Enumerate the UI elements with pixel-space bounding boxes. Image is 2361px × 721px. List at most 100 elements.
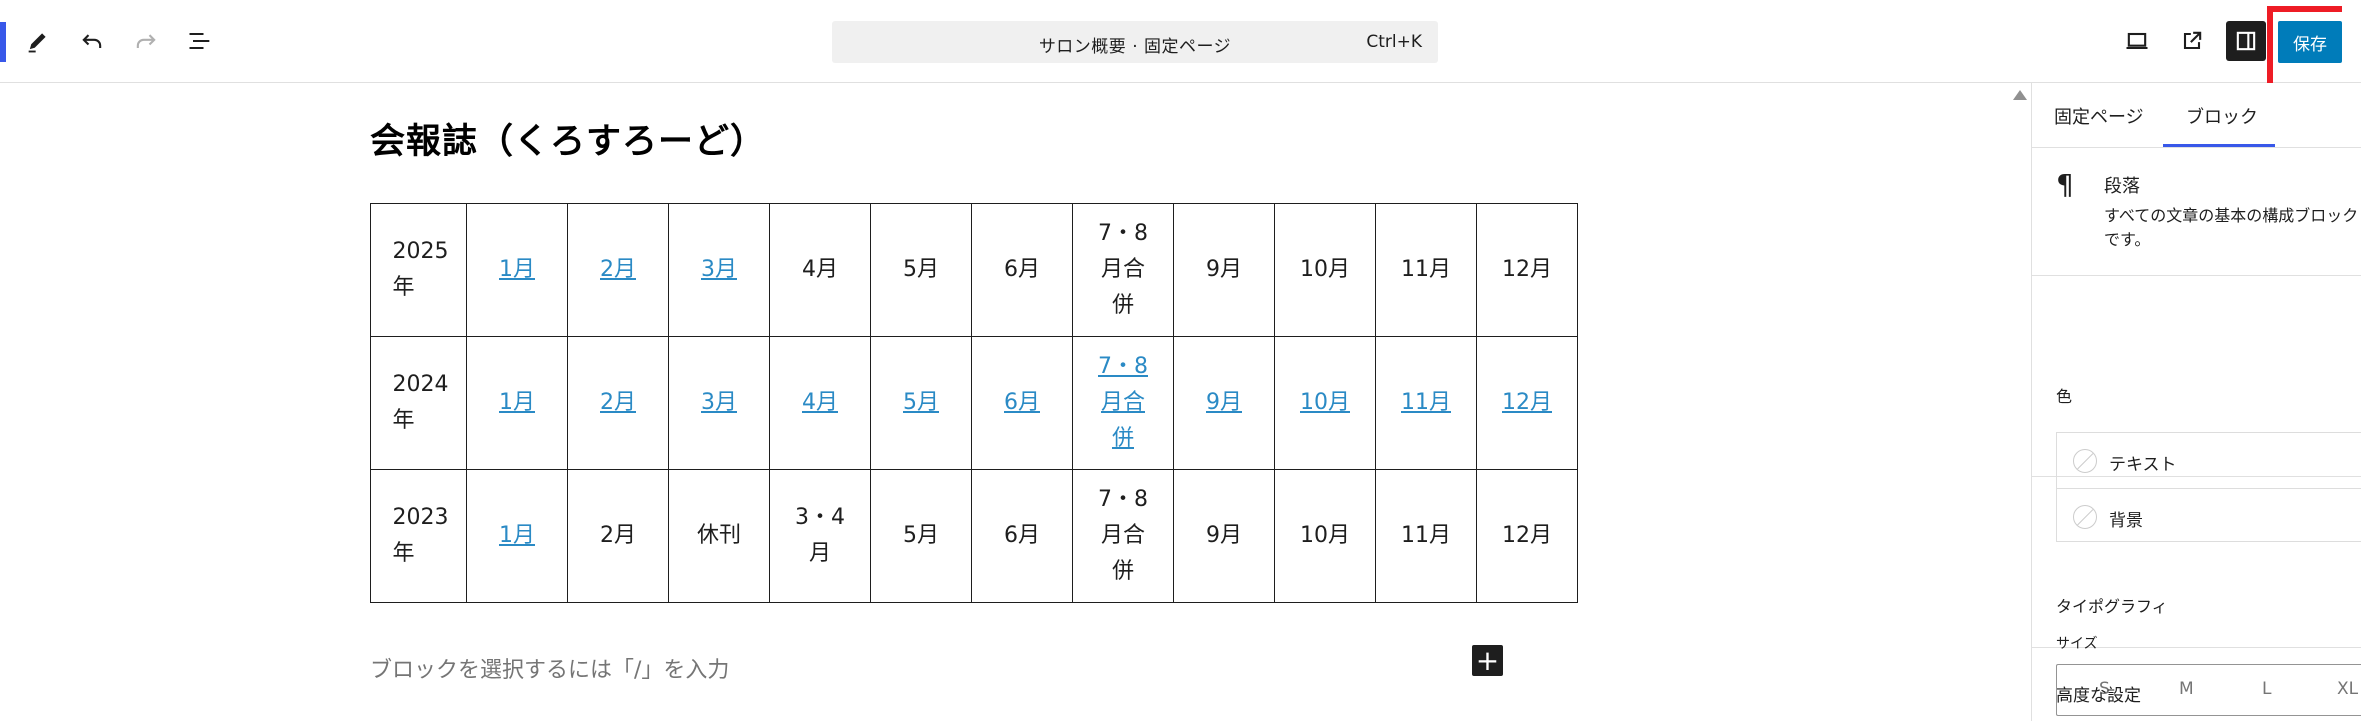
issue-link-cell[interactable]: 3月 bbox=[668, 336, 770, 470]
issue-link[interactable]: 10月 bbox=[1295, 385, 1355, 421]
site-icon-accent[interactable] bbox=[0, 22, 6, 62]
issue-link[interactable]: 6月 bbox=[992, 385, 1052, 421]
pencil-icon[interactable] bbox=[18, 21, 58, 61]
external-link-icon[interactable] bbox=[2172, 21, 2212, 61]
issue-link[interactable]: 9月 bbox=[1194, 385, 1254, 421]
issue-link[interactable]: 4月 bbox=[790, 385, 850, 421]
year-label: 2024年 bbox=[392, 372, 449, 433]
issue-cell[interactable]: 11月 bbox=[1375, 469, 1477, 603]
year-label: 2025年 bbox=[392, 239, 449, 300]
issue-link-cell[interactable]: 9月 bbox=[1173, 336, 1275, 470]
issue-cell[interactable]: 10月 bbox=[1274, 203, 1376, 337]
command-palette-bar[interactable]: サロン概要 · 固定ページ Ctrl+K bbox=[832, 21, 1438, 63]
block-placeholder[interactable]: ブロックを選択するには「/」を入力 bbox=[370, 652, 729, 684]
issue-cell[interactable]: 6月 bbox=[971, 203, 1073, 337]
undo-icon[interactable] bbox=[72, 21, 112, 61]
issue-link-cell[interactable]: 12月 bbox=[1476, 336, 1578, 470]
size-option-xl[interactable]: XL bbox=[2337, 679, 2358, 699]
issue-label: 3・4月 bbox=[795, 505, 845, 566]
year-cell[interactable]: 2023年 bbox=[370, 469, 467, 603]
issue-label: 7・8月合併 bbox=[1098, 487, 1148, 584]
newsletter-table[interactable]: 2025年 1月 2月 3月 4月 5月 6月 7・8月合併 9月 10月 11月 12月 2024年 1… bbox=[370, 203, 1578, 603]
issue-cell[interactable]: 2月 bbox=[567, 469, 669, 603]
issue-link-cell[interactable]: 2月 bbox=[567, 203, 669, 337]
issue-label: 10月 bbox=[1300, 257, 1350, 282]
issue-link-cell[interactable]: 3月 bbox=[668, 203, 770, 337]
active-tab-indicator bbox=[2163, 144, 2275, 147]
external-link-icon-svg bbox=[2183, 31, 2202, 50]
block-title: 段落 bbox=[2104, 176, 2140, 197]
issue-cell[interactable]: 10月 bbox=[1274, 469, 1376, 603]
table-row: 2025年 1月 2月 3月 4月 5月 6月 7・8月合併 9月 10月 11月 12月 bbox=[370, 203, 1578, 337]
year-cell[interactable]: 2024年 bbox=[370, 336, 467, 470]
issue-link-cell[interactable]: 4月 bbox=[769, 336, 871, 470]
tab-block[interactable]: ブロック bbox=[2186, 103, 2258, 129]
year-cell[interactable]: 2025年 bbox=[370, 203, 467, 337]
issue-link-cell[interactable]: 6月 bbox=[971, 336, 1073, 470]
issue-label: 休刊 bbox=[696, 523, 741, 548]
desktop-preview-icon[interactable] bbox=[2117, 21, 2157, 61]
issue-link[interactable]: 5月 bbox=[891, 385, 951, 421]
issue-label: 6月 bbox=[1004, 257, 1040, 282]
document-title: サロン概要 · 固定ページ bbox=[1038, 37, 1232, 57]
settings-sidebar-icon-svg bbox=[2236, 31, 2256, 51]
issue-link[interactable]: 3月 bbox=[689, 385, 749, 421]
issue-link[interactable]: 2月 bbox=[588, 385, 648, 421]
issue-label: 2月 bbox=[600, 523, 636, 548]
issue-link[interactable]: 1月 bbox=[487, 518, 547, 554]
advanced-heading[interactable]: 高度な設定 bbox=[2056, 681, 2141, 706]
desktop-preview-icon-svg bbox=[2126, 32, 2148, 50]
issue-link-cell[interactable]: 11月 bbox=[1375, 336, 1477, 470]
undo-icon-svg bbox=[82, 34, 102, 48]
tab-page[interactable]: 固定ページ bbox=[2054, 103, 2144, 129]
issue-cell[interactable]: 3・4月 bbox=[769, 469, 871, 603]
issue-cell[interactable]: 7・8月合併 bbox=[1072, 203, 1174, 337]
issue-link[interactable]: 7・8月合併 bbox=[1093, 349, 1153, 457]
issue-cell[interactable]: 12月 bbox=[1476, 203, 1578, 337]
issue-link-cell[interactable]: 7・8月合併 bbox=[1072, 336, 1174, 470]
issue-cell[interactable]: 6月 bbox=[971, 469, 1073, 603]
block-description: すべての文章の基本の構成ブロックです。 bbox=[2104, 206, 2359, 249]
size-option-m[interactable]: M bbox=[2179, 679, 2194, 699]
size-option-l[interactable]: L bbox=[2262, 679, 2271, 699]
typography-heading[interactable]: タイポグラフィ bbox=[2056, 593, 2168, 617]
issue-cell[interactable]: 9月 bbox=[1173, 203, 1275, 337]
issue-link-cell[interactable]: 2月 bbox=[567, 336, 669, 470]
issue-link[interactable]: 3月 bbox=[689, 252, 749, 288]
issue-link-cell[interactable]: 1月 bbox=[466, 336, 568, 470]
color-heading: 色 bbox=[2056, 387, 2073, 406]
issue-link-cell[interactable]: 5月 bbox=[870, 336, 972, 470]
issue-label: 9月 bbox=[1206, 523, 1242, 548]
page-heading[interactable]: 会報誌（くろすろーど） bbox=[370, 113, 766, 164]
issue-cell[interactable]: 休刊 bbox=[668, 469, 770, 603]
issue-link-cell[interactable]: 1月 bbox=[466, 469, 568, 603]
issue-cell[interactable]: 9月 bbox=[1173, 469, 1275, 603]
issue-cell[interactable]: 4月 bbox=[769, 203, 871, 337]
issue-cell[interactable]: 12月 bbox=[1476, 469, 1578, 603]
list-view-icon-svg bbox=[189, 32, 210, 50]
add-block-button[interactable]: + bbox=[1472, 645, 1503, 676]
issue-link[interactable]: 2月 bbox=[588, 252, 648, 288]
save-button-highlight bbox=[2267, 6, 2342, 92]
issue-link[interactable]: 1月 bbox=[487, 252, 547, 288]
issue-link[interactable]: 1月 bbox=[487, 385, 547, 421]
table-row: 2024年 1月 2月 3月 4月 5月 6月 7・8月合併 9月 10月 11月 12月 bbox=[370, 336, 1578, 470]
issue-cell[interactable]: 7・8月合併 bbox=[1072, 469, 1174, 603]
list-view-icon[interactable] bbox=[180, 21, 220, 61]
settings-sidebar-icon[interactable] bbox=[2226, 21, 2266, 61]
paragraph-icon: ¶ bbox=[2056, 168, 2074, 201]
issue-link[interactable]: 12月 bbox=[1497, 385, 1557, 421]
issue-link[interactable]: 11月 bbox=[1396, 385, 1456, 421]
scroll-up-arrow-icon[interactable] bbox=[2013, 90, 2027, 100]
issue-cell[interactable]: 11月 bbox=[1375, 203, 1477, 337]
issue-label: 11月 bbox=[1401, 523, 1451, 548]
redo-icon[interactable] bbox=[126, 21, 166, 61]
year-label: 2023年 bbox=[392, 505, 449, 566]
issue-cell[interactable]: 5月 bbox=[870, 203, 972, 337]
issue-cell[interactable]: 5月 bbox=[870, 469, 972, 603]
issue-link-cell[interactable]: 10月 bbox=[1274, 336, 1376, 470]
text-color-label: テキスト bbox=[2109, 455, 2177, 475]
typography-panel: タイポグラフィ サイズ S M L XL bbox=[2032, 477, 2361, 716]
issue-label: 11月 bbox=[1401, 257, 1451, 282]
issue-link-cell[interactable]: 1月 bbox=[466, 203, 568, 337]
